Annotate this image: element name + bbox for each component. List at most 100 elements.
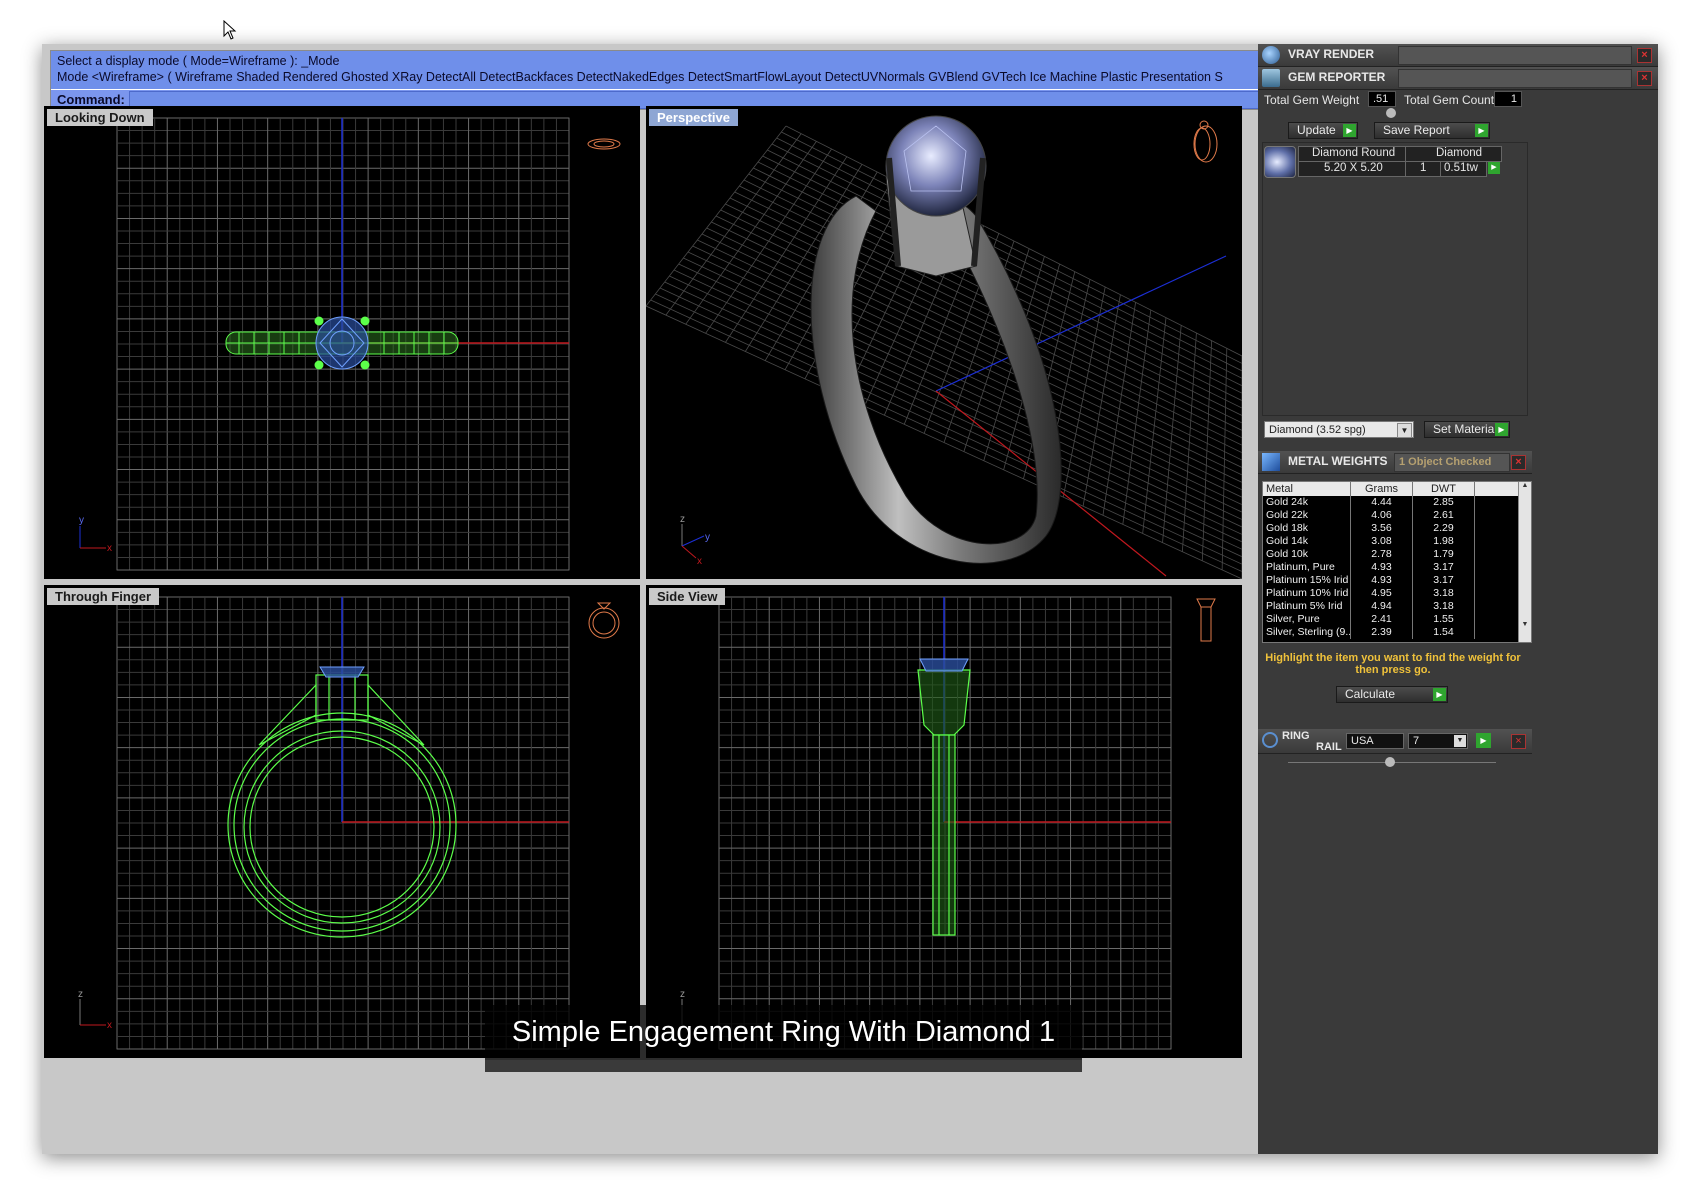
total-gem-weight-label: Total Gem Weight <box>1264 93 1360 107</box>
command-area: Select a display mode ( Mode=Wireframe )… <box>50 50 1334 110</box>
table-cell-metal: Platinum 10% Irid <box>1263 587 1351 600</box>
gem-reporter-header[interactable]: GEM REPORTER × <box>1258 67 1658 90</box>
viewport-label[interactable]: Side View <box>649 588 726 605</box>
axis-gizmo: y x <box>79 515 112 554</box>
gem-weight: 0.51tw <box>1444 162 1478 174</box>
table-row[interactable]: Gold 18k 3.56 2.29 <box>1263 522 1531 535</box>
viewport-canvas: z x <box>78 596 620 1050</box>
viewport-label[interactable]: Perspective <box>649 109 738 126</box>
table-cell-grams: 4.95 <box>1351 587 1413 600</box>
ring-size-region[interactable]: USA <box>1346 733 1404 749</box>
table-row[interactable]: Platinum 10% Irid 4.95 3.18 <box>1263 587 1531 600</box>
table-cell-grams: 2.39 <box>1351 626 1413 639</box>
chevron-down-icon[interactable]: ▼ <box>1454 735 1466 747</box>
table-cell-metal: Gold 24k <box>1263 496 1351 509</box>
table-cell-grams: 4.94 <box>1351 600 1413 613</box>
metal-weights-table[interactable]: Metal Grams DWT Gold 24k 4.44 2.85 Gold 22k… <box>1262 481 1532 643</box>
viewport-through-finger[interactable]: Through Finger z x <box>44 585 640 1058</box>
table-row[interactable]: Platinum, Pure 4.93 3.17 <box>1263 561 1531 574</box>
table-row[interactable]: Gold 10k 2.78 1.79 <box>1263 548 1531 561</box>
collapse-handle-icon[interactable] <box>1385 757 1395 767</box>
axis-gizmo: z y x <box>680 514 710 567</box>
close-icon[interactable]: × <box>1637 48 1652 63</box>
table-cell-grams: 2.41 <box>1351 613 1413 626</box>
vray-icon <box>1262 46 1280 64</box>
calculate-button[interactable]: Calculate ▶ <box>1336 686 1448 703</box>
close-icon[interactable]: × <box>1637 71 1652 86</box>
round-diamond-icon <box>1264 146 1296 178</box>
material-select[interactable]: Diamond (3.52 spg) ▼ <box>1264 421 1414 438</box>
gem-row[interactable]: Diamond Round Diamond 5.20 X 5.20 1 0.51… <box>1262 144 1502 178</box>
table-cell-grams: 4.44 <box>1351 496 1413 509</box>
caption-progress-bar <box>485 1060 1082 1072</box>
table-cell-metal: Platinum 15% Irid <box>1263 574 1351 587</box>
ring-orientation-icon <box>1196 598 1216 642</box>
axis-z-label: z <box>78 989 83 1000</box>
axis-x-label: x <box>107 543 112 554</box>
viewport-looking-down[interactable]: Looking Down y x <box>44 106 640 579</box>
table-cell-grams: 4.93 <box>1351 574 1413 587</box>
close-icon[interactable]: × <box>1511 455 1526 470</box>
axis-z-label: z <box>680 989 685 1000</box>
axis-gizmo: z x <box>78 989 112 1031</box>
table-cell-dwt: 3.17 <box>1413 574 1475 587</box>
play-icon: ▶ <box>1475 124 1488 137</box>
mouse-cursor-icon <box>223 20 237 40</box>
viewport-side-view[interactable]: Side View z <box>646 585 1242 1058</box>
table-cell-grams: 3.56 <box>1351 522 1413 535</box>
table-row[interactable]: Silver, Sterling (9... 2.39 1.54 <box>1263 626 1531 639</box>
table-cell-dwt: 3.17 <box>1413 561 1475 574</box>
metal-weights-hint: Highlight the item you want to find the … <box>1265 652 1521 676</box>
table-cell-grams: 3.08 <box>1351 535 1413 548</box>
collapse-handle-icon[interactable] <box>1386 108 1396 118</box>
table-scrollbar[interactable]: ▲ ▼ <box>1518 482 1531 642</box>
ring-size-select[interactable]: 7 ▼ <box>1408 733 1468 749</box>
play-icon: ▶ <box>1343 124 1356 137</box>
chevron-down-icon[interactable]: ▼ <box>1397 423 1412 438</box>
gem-list <box>1262 142 1528 416</box>
table-row[interactable]: Gold 22k 4.06 2.61 <box>1263 509 1531 522</box>
table-row[interactable]: Gold 24k 4.44 2.85 <box>1263 496 1531 509</box>
table-cell-dwt: 3.18 <box>1413 600 1475 613</box>
table-cell-metal: Gold 14k <box>1263 535 1351 548</box>
table-row[interactable]: Gold 14k 3.08 1.98 <box>1263 535 1531 548</box>
metal-weights-header[interactable]: METAL WEIGHTS 1 Object Checked × <box>1258 451 1532 474</box>
viewport-canvas: z <box>680 596 1216 1050</box>
ring-rail-title-1: RING <box>1282 730 1310 742</box>
table-cell-dwt: 2.61 <box>1413 509 1475 522</box>
set-material-button[interactable]: Set Material ▶ <box>1424 421 1510 438</box>
viewport-label[interactable]: Through Finger <box>47 588 160 605</box>
axis-z-label: z <box>680 514 685 525</box>
viewport-perspective[interactable]: Perspective z y x <box>646 106 1242 579</box>
play-icon: ▶ <box>1495 423 1508 436</box>
table-cell-grams: 4.06 <box>1351 509 1413 522</box>
axis-x-label: x <box>697 556 702 567</box>
close-icon[interactable]: × <box>1511 734 1526 749</box>
diamond-side <box>919 658 969 672</box>
ring-wireframe-side <box>917 669 971 936</box>
ring-shaded-render <box>810 115 1062 564</box>
command-history: Select a display mode ( Mode=Wireframe )… <box>51 51 1331 89</box>
ring-rail-title-2: RAIL <box>1316 741 1342 753</box>
play-icon[interactable]: ▶ <box>1476 733 1491 748</box>
command-history-line-2: Mode <Wireframe> ( Wireframe Shaded Rend… <box>57 70 1223 84</box>
table-row[interactable]: Silver, Pure 2.41 1.55 <box>1263 613 1531 626</box>
diamond-top <box>314 316 370 370</box>
table-header: Metal Grams DWT <box>1263 482 1531 496</box>
table-cell-metal: Gold 10k <box>1263 548 1351 561</box>
vray-title: VRAY RENDER <box>1288 47 1375 61</box>
vray-render-header[interactable]: VRAY RENDER × <box>1258 44 1658 67</box>
gem-reporter-icon <box>1262 69 1280 87</box>
table-cell-grams: 2.78 <box>1351 548 1413 561</box>
table-row[interactable]: Platinum 15% Irid 4.93 3.17 <box>1263 574 1531 587</box>
save-report-button[interactable]: Save Report ▶ <box>1374 122 1490 139</box>
update-button[interactable]: Update ▶ <box>1288 122 1358 139</box>
table-row[interactable]: Platinum 5% Irid 4.94 3.18 <box>1263 600 1531 613</box>
axis-y-label: y <box>705 532 710 543</box>
table-cell-dwt: 1.55 <box>1413 613 1475 626</box>
viewport-canvas: y x <box>79 117 621 571</box>
table-cell-metal: Platinum, Pure <box>1263 561 1351 574</box>
viewport-label[interactable]: Looking Down <box>47 109 153 126</box>
metal-weights-status: 1 Object Checked <box>1394 453 1510 472</box>
play-icon[interactable]: ▶ <box>1488 162 1500 174</box>
